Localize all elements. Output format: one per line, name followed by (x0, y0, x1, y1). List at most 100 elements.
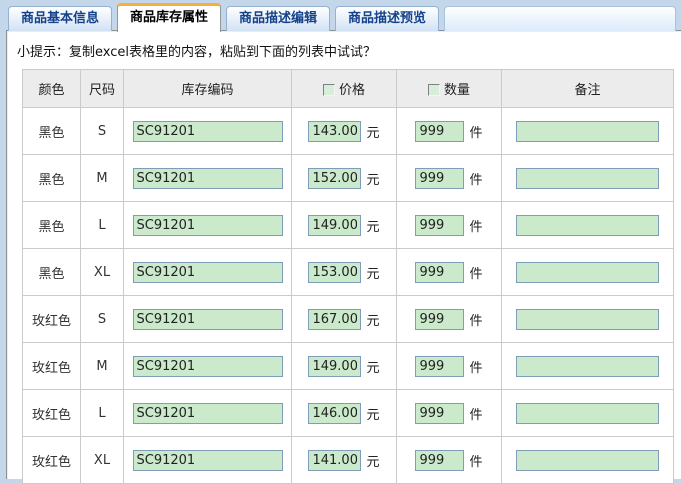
size-cell: L (80, 389, 124, 437)
sku-input[interactable] (132, 355, 283, 377)
price-input[interactable] (308, 261, 362, 283)
header-sku: 库存编码 (123, 69, 292, 108)
qty-cell: 件 (396, 436, 502, 484)
sku-input[interactable] (132, 120, 283, 142)
note-cell (501, 295, 674, 343)
sku-cell (123, 295, 292, 343)
color-cell: 玫红色 (22, 342, 81, 390)
qty-unit-label: 件 (469, 407, 483, 423)
price-unit-label: 元 (366, 125, 380, 141)
header-color: 颜色 (22, 69, 81, 108)
qty-input[interactable] (415, 214, 465, 236)
inventory-table: 颜色 尺码 库存编码 价格 数量 备注 黑色 S SC91201 143.00 … (22, 69, 674, 484)
price-unit-label: 元 (366, 454, 380, 470)
price-cell: 元 (291, 248, 397, 296)
sku-input[interactable] (132, 261, 283, 283)
sku-input[interactable] (132, 402, 283, 424)
note-input[interactable] (516, 308, 659, 330)
header-size: 尺码 (80, 69, 124, 108)
qty-input[interactable] (415, 449, 465, 471)
size-cell: L (80, 201, 124, 249)
table-row: 玫红色 L 元 件 (22, 389, 674, 437)
sku-input[interactable] (132, 308, 283, 330)
qty-cell: 件 (396, 342, 502, 390)
note-cell (501, 389, 674, 437)
tab-filler (444, 6, 676, 31)
size-cell: M (80, 154, 124, 202)
header-price-label: 价格 (338, 83, 365, 98)
qty-input[interactable] (415, 167, 465, 189)
price-input[interactable] (308, 355, 362, 377)
note-cell (501, 154, 674, 202)
inventory-table-body: 黑色 S 元 件 黑色 M 元 (22, 107, 674, 484)
price-unit-label: 元 (366, 407, 380, 423)
qty-input[interactable] (415, 402, 465, 424)
qty-unit-label: 件 (469, 266, 483, 282)
note-input[interactable] (516, 402, 659, 424)
note-input[interactable] (516, 167, 659, 189)
qty-cell: 件 (396, 295, 502, 343)
price-unit-label: 元 (366, 219, 380, 235)
price-unit-label: 元 (366, 172, 380, 188)
qty-input[interactable] (415, 308, 465, 330)
qty-checkbox[interactable] (427, 84, 440, 96)
tab-2-active[interactable]: 商品库存属性 (117, 3, 222, 32)
sku-cell (123, 154, 292, 202)
tab-1[interactable]: 商品基本信息 (8, 6, 113, 31)
note-cell (501, 436, 674, 484)
tab-bar: 商品基本信息 商品库存属性 商品描述编辑 商品描述预览 (0, 0, 681, 32)
qty-unit-label: 件 (469, 360, 483, 376)
table-row: 玫红色 XL 元 件 (22, 436, 674, 484)
header-note: 备注 (501, 69, 674, 108)
color-cell: 黑色 (22, 154, 81, 202)
price-input[interactable] (308, 120, 362, 142)
note-input[interactable] (516, 120, 659, 142)
price-unit-label: 元 (366, 313, 380, 329)
note-cell (501, 107, 674, 155)
price-cell: 元 (291, 295, 397, 343)
sku-input[interactable] (132, 167, 283, 189)
qty-unit-label: 件 (469, 313, 483, 329)
price-input[interactable] (308, 449, 362, 471)
qty-unit-label: 件 (469, 219, 483, 235)
table-row: 黑色 M 元 件 (22, 154, 674, 202)
qty-cell: 件 (396, 107, 502, 155)
price-input[interactable] (308, 402, 362, 424)
price-cell: 元 (291, 436, 397, 484)
qty-input[interactable] (415, 261, 465, 283)
color-cell: 玫红色 (22, 389, 81, 437)
price-cell: 元 (291, 389, 397, 437)
price-unit-label: 元 (366, 360, 380, 376)
size-cell: M (80, 342, 124, 390)
price-checkbox[interactable] (322, 84, 335, 96)
qty-input[interactable] (415, 355, 465, 377)
qty-cell: 件 (396, 201, 502, 249)
price-cell: 元 (291, 201, 397, 249)
sku-input[interactable] (132, 449, 283, 471)
color-cell: 黑色 (22, 248, 81, 296)
price-input[interactable] (308, 214, 362, 236)
price-input[interactable] (308, 308, 362, 330)
price-cell: 元 (291, 342, 397, 390)
sku-cell (123, 248, 292, 296)
price-cell: 元 (291, 107, 397, 155)
note-cell (501, 248, 674, 296)
price-input[interactable] (308, 167, 362, 189)
header-qty-label: 数量 (443, 83, 470, 98)
note-cell (501, 201, 674, 249)
note-input[interactable] (516, 214, 659, 236)
sku-cell (123, 436, 292, 484)
header-row: 颜色 尺码 库存编码 价格 数量 备注 (22, 69, 674, 108)
size-cell: S (80, 295, 124, 343)
tab-4[interactable]: 商品描述预览 (335, 6, 440, 31)
note-input[interactable] (516, 355, 659, 377)
tab-3[interactable]: 商品描述编辑 (226, 6, 331, 31)
note-input[interactable] (516, 449, 659, 471)
sku-input[interactable] (132, 214, 283, 236)
header-qty: 数量 (396, 69, 502, 108)
qty-input[interactable] (415, 120, 465, 142)
table-row: 玫红色 M 元 件 (22, 342, 674, 390)
sku-cell (123, 389, 292, 437)
note-input[interactable] (516, 261, 659, 283)
size-cell: XL (80, 436, 124, 484)
